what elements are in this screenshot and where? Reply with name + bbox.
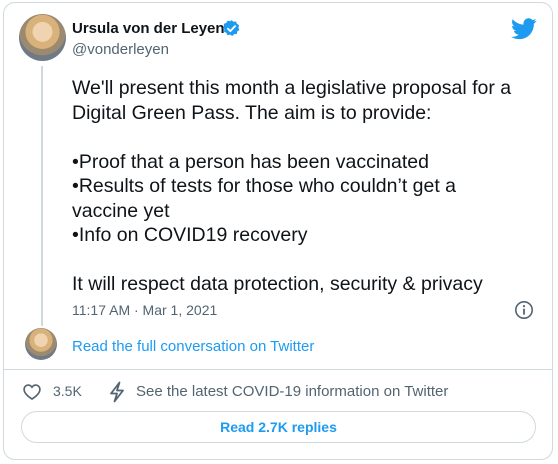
tweet-line: Digital Green Pass. The aim is to provid… [72, 101, 432, 124]
tweet-text: We'll present this month a legislative p… [72, 76, 542, 297]
info-icon[interactable] [514, 300, 534, 320]
tweet-line: It will respect data protection, securit… [72, 273, 483, 295]
tweet-timestamp[interactable]: 11:17 AM · Mar 1, 2021 [72, 302, 217, 318]
conversation-avatar[interactable] [25, 328, 57, 360]
covid-info-link[interactable]: See the latest COVID-19 information on T… [136, 383, 448, 400]
thread-line [41, 66, 43, 326]
tweet-line: •Proof that a person has been vaccinated [72, 150, 429, 173]
like-count[interactable]: 3.5K [53, 383, 82, 399]
tweet-line: We'll present this month a legislative p… [72, 77, 512, 99]
heart-icon[interactable] [22, 382, 42, 402]
tweet-line: vaccine yet [72, 199, 170, 222]
author-handle[interactable]: @vonderleyen [72, 41, 169, 58]
lightning-bolt-icon [110, 381, 124, 403]
divider [3, 369, 553, 370]
tweet-line: •Info on COVID19 recovery [72, 224, 308, 246]
read-conversation-link[interactable]: Read the full conversation on Twitter [72, 338, 314, 355]
twitter-bird-icon[interactable] [511, 17, 537, 41]
author-avatar[interactable] [19, 14, 66, 61]
author-name[interactable]: Ursula von der Leyen [72, 20, 225, 37]
read-replies-button[interactable]: Read 2.7K replies [21, 411, 536, 443]
tweet-line: •Results of tests for those who couldn’t… [72, 175, 457, 197]
verified-badge-icon [222, 20, 240, 36]
